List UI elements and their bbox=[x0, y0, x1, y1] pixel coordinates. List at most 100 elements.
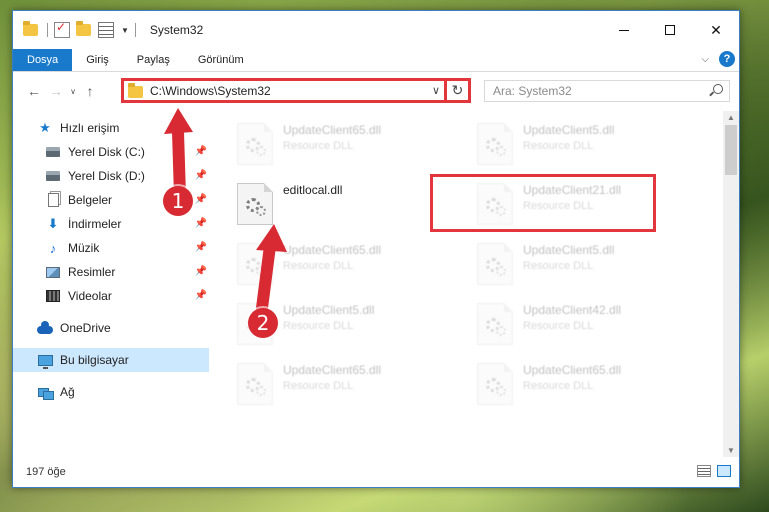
nav-item-label: Bu bilgisayar bbox=[60, 353, 129, 367]
maximize-icon bbox=[665, 25, 675, 35]
nav-item-local-disk-c[interactable]: Yerel Disk (C:) 📌 bbox=[13, 140, 209, 164]
tab-share[interactable]: Paylaş bbox=[123, 49, 184, 71]
pictures-icon bbox=[45, 265, 61, 279]
drive-icon bbox=[45, 169, 61, 183]
file-name: UpdateClient5.dll bbox=[523, 243, 615, 257]
ribbon-tabs: Dosya Giriş Paylaş Görünüm ⌵ ? bbox=[13, 49, 739, 72]
pin-icon[interactable]: 📌 bbox=[195, 218, 207, 229]
drive-icon bbox=[45, 145, 61, 159]
file-item[interactable]: UpdateClient65.dll Resource DLL bbox=[233, 237, 463, 295]
minimize-icon bbox=[619, 29, 629, 31]
forward-arrow-icon[interactable]: → bbox=[45, 83, 67, 99]
nav-item-label: Müzik bbox=[68, 241, 100, 255]
dll-file-icon bbox=[477, 123, 513, 165]
title-bar: ▼ System32 ✕ bbox=[13, 11, 739, 49]
properties-check-icon[interactable] bbox=[54, 20, 70, 38]
item-count: 197 öğe bbox=[26, 466, 66, 478]
file-item[interactable]: UpdateClient65.dll Resource DLL bbox=[233, 117, 463, 175]
folder-icon bbox=[23, 21, 39, 38]
dll-file-icon bbox=[477, 363, 513, 405]
file-type: Resource DLL bbox=[283, 320, 354, 332]
nav-item-music[interactable]: ♪ Müzik 📌 bbox=[13, 236, 209, 260]
new-folder-icon[interactable] bbox=[76, 21, 92, 38]
chevron-down-icon[interactable]: ▼ bbox=[121, 26, 129, 35]
search-input[interactable] bbox=[485, 84, 695, 98]
nav-item-label: Resimler bbox=[68, 265, 116, 279]
file-item-editlocal[interactable]: editlocal.dll bbox=[233, 177, 463, 235]
details-view-icon[interactable] bbox=[697, 465, 711, 477]
back-arrow-icon[interactable]: ← bbox=[23, 83, 45, 99]
file-name: UpdateClient65.dll bbox=[283, 243, 382, 257]
nav-item-quick-access[interactable]: ★ Hızlı erişim bbox=[13, 116, 209, 140]
music-icon: ♪ bbox=[49, 240, 57, 256]
toolbar-separator bbox=[47, 23, 48, 37]
file-name: UpdateClient65.dll bbox=[283, 123, 382, 137]
dll-file-icon bbox=[237, 363, 273, 405]
search-box[interactable] bbox=[484, 80, 730, 102]
file-name: UpdateClient5.dll bbox=[523, 123, 615, 137]
nav-item-label: Videolar bbox=[68, 289, 112, 303]
file-item[interactable]: UpdateClient65.dll Resource DLL bbox=[233, 357, 463, 415]
dll-file-icon bbox=[237, 243, 273, 285]
vertical-scrollbar[interactable]: ▲ ▼ bbox=[723, 111, 739, 457]
file-name: UpdateClient5.dll bbox=[283, 303, 375, 317]
window-title: System32 bbox=[149, 23, 204, 37]
tab-file[interactable]: Dosya bbox=[13, 49, 73, 71]
documents-icon bbox=[45, 193, 61, 207]
up-arrow-icon[interactable]: ↑ bbox=[79, 83, 101, 99]
star-icon: ★ bbox=[39, 120, 51, 135]
recent-locations-chevron-icon[interactable]: ∨ bbox=[67, 87, 79, 96]
dll-file-icon bbox=[237, 123, 273, 165]
pin-icon[interactable]: 📌 bbox=[195, 146, 207, 157]
tab-home[interactable]: Giriş bbox=[72, 49, 123, 71]
nav-item-local-disk-d[interactable]: Yerel Disk (D:) 📌 bbox=[13, 164, 209, 188]
dll-file-icon bbox=[477, 243, 513, 285]
address-path[interactable]: C:\Windows\System32 bbox=[150, 84, 271, 98]
scrollbar-thumb[interactable] bbox=[725, 125, 737, 175]
rename-icon[interactable] bbox=[98, 22, 114, 38]
expand-ribbon-icon[interactable]: ⌵ bbox=[701, 54, 709, 65]
pin-icon[interactable]: 📌 bbox=[195, 242, 207, 253]
file-type: Resource DLL bbox=[283, 380, 354, 392]
nav-item-network[interactable]: Ağ bbox=[13, 380, 209, 404]
maximize-button[interactable] bbox=[647, 11, 693, 49]
search-icon[interactable] bbox=[713, 84, 723, 94]
file-type: Resource DLL bbox=[523, 320, 594, 332]
pin-icon[interactable]: 📌 bbox=[195, 170, 207, 181]
file-item[interactable]: UpdateClient5.dll Resource DLL bbox=[473, 117, 703, 175]
tiles-view-icon[interactable] bbox=[717, 465, 731, 477]
file-explorer-window: ▼ System32 ✕ Dosya Giriş Paylaş Görünüm … bbox=[12, 10, 740, 488]
help-icon[interactable]: ? bbox=[719, 51, 735, 67]
close-button[interactable]: ✕ bbox=[693, 11, 739, 49]
nav-item-label: Yerel Disk (D:) bbox=[68, 169, 145, 183]
scroll-up-icon[interactable]: ▲ bbox=[727, 113, 735, 122]
file-type: Resource DLL bbox=[523, 260, 594, 272]
videos-icon bbox=[45, 289, 61, 303]
file-type: Resource DLL bbox=[523, 140, 594, 152]
callout-badge-1: 1 bbox=[163, 186, 193, 216]
file-type: Resource DLL bbox=[283, 140, 354, 152]
pin-icon[interactable]: 📌 bbox=[195, 290, 207, 301]
scroll-down-icon[interactable]: ▼ bbox=[727, 446, 735, 455]
address-bar[interactable]: C:\Windows\System32 ∨ ↻ bbox=[121, 78, 471, 103]
minimize-button[interactable] bbox=[601, 11, 647, 49]
nav-item-videos[interactable]: Videolar 📌 bbox=[13, 284, 209, 308]
nav-item-label: Ağ bbox=[60, 385, 75, 399]
nav-item-onedrive[interactable]: OneDrive bbox=[13, 316, 209, 340]
pin-icon[interactable]: 📌 bbox=[195, 266, 207, 277]
refresh-button[interactable]: ↻ bbox=[444, 78, 468, 103]
quick-access-toolbar: ▼ bbox=[13, 11, 142, 49]
nav-item-this-pc[interactable]: Bu bilgisayar bbox=[13, 348, 209, 372]
nav-item-pictures[interactable]: Resimler 📌 bbox=[13, 260, 209, 284]
file-item[interactable]: UpdateClient5.dll Resource DLL bbox=[473, 237, 703, 295]
explorer-body: ★ Hızlı erişim Yerel Disk (C:) 📌 Yerel D… bbox=[13, 111, 739, 457]
file-item[interactable]: UpdateClient42.dll Resource DLL bbox=[473, 297, 703, 355]
ribbon-right: ⌵ ? bbox=[701, 51, 735, 67]
tab-view[interactable]: Görünüm bbox=[184, 49, 258, 71]
file-item[interactable]: UpdateClient65.dll Resource DLL bbox=[473, 357, 703, 415]
chevron-down-icon[interactable]: ∨ bbox=[432, 84, 440, 97]
pin-icon[interactable]: 📌 bbox=[195, 194, 207, 205]
window-controls: ✕ bbox=[601, 11, 739, 49]
file-type: Resource DLL bbox=[523, 380, 594, 392]
close-icon: ✕ bbox=[710, 21, 722, 38]
